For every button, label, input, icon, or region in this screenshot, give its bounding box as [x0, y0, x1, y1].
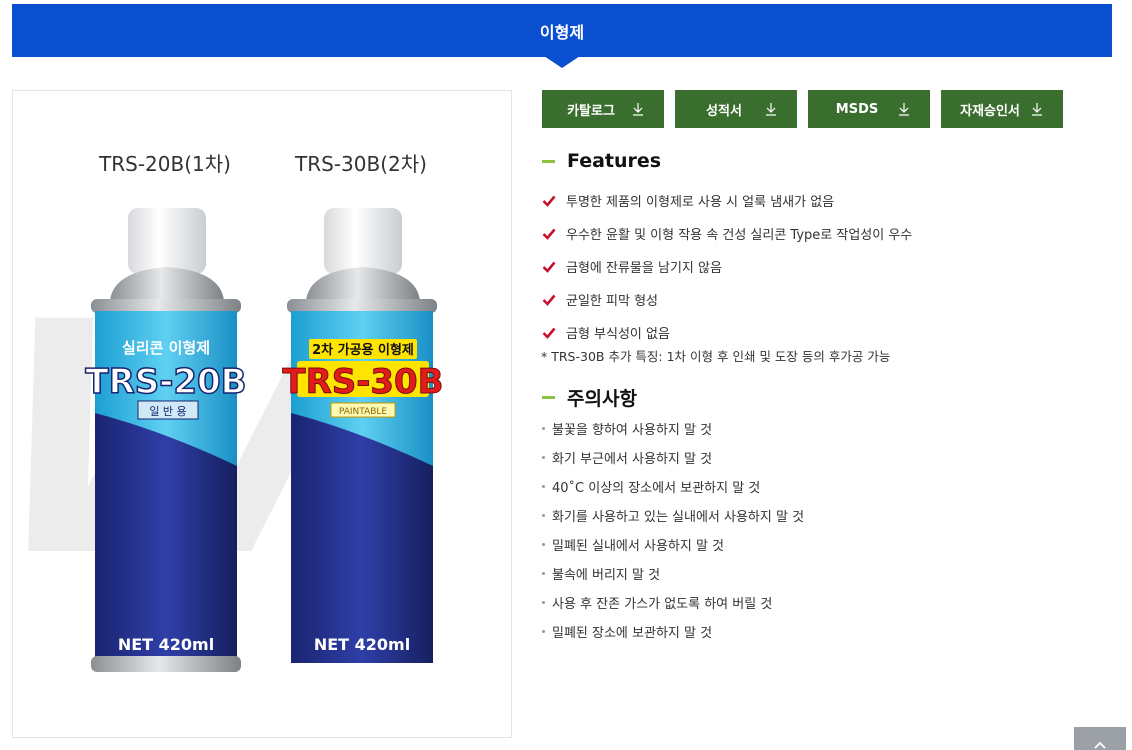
caution-text: 불속에 버리지 말 것 — [552, 568, 661, 583]
download-icon — [899, 103, 909, 116]
approval-download-button[interactable]: 자재승인서 — [941, 90, 1063, 128]
right-can-net: NET 420ml — [314, 635, 410, 654]
bullet-icon — [542, 485, 545, 488]
features-title: Features — [567, 150, 662, 172]
feature-text: 금형 부식성이 없음 — [566, 327, 670, 342]
left-product-label: TRS-20B(1차) — [98, 152, 231, 176]
caution-item: 불꽃을 향하여 사용하지 말 것 — [542, 414, 804, 443]
cautions-title: 주의사항 — [567, 388, 637, 410]
feature-item: 우수한 윤활 및 이형 작용 속 건성 실리콘 Type로 작업성이 우수 — [542, 217, 912, 250]
download-button-label: MSDS — [835, 101, 879, 117]
msds-download-button[interactable]: MSDS — [808, 90, 930, 128]
download-button-label: 자재승인서 — [960, 103, 1020, 119]
cautions-heading: 주의사항 — [542, 384, 637, 411]
feature-note: * TRS-30B 추가 특징: 1차 이형 후 인쇄 및 도장 등의 후가공 … — [541, 349, 891, 364]
cautions-list: 불꽃을 향하여 사용하지 말 것 화기 부근에서 사용하지 말 것 40˚C 이… — [542, 414, 804, 646]
check-icon — [542, 195, 556, 207]
check-icon — [542, 261, 556, 273]
catalog-download-button[interactable]: 카탈로그 — [542, 90, 664, 128]
bullet-icon — [542, 456, 545, 459]
left-can-top-text: 실리콘 이형제 — [122, 339, 210, 357]
left-can-brand: TRS-20B — [85, 362, 246, 402]
caution-text: 화기를 사용하고 있는 실내에서 사용하지 말 것 — [552, 510, 805, 525]
feature-text: 금형에 잔류물을 남기지 않음 — [566, 261, 722, 276]
bullet-icon — [542, 543, 545, 546]
features-heading: Features — [542, 150, 661, 172]
download-icon — [766, 103, 776, 116]
features-list: 투명한 제품의 이형제로 사용 시 얼룩 냄새가 없음 우수한 윤활 및 이형 … — [542, 184, 912, 349]
caution-item: 불속에 버리지 말 것 — [542, 559, 804, 588]
left-can-net: NET 420ml — [118, 635, 214, 654]
right-can-badge: PAINTABLE — [339, 407, 388, 417]
caution-item: 화기 부근에서 사용하지 말 것 — [542, 443, 804, 472]
feature-item: 금형 부식성이 없음 — [542, 316, 912, 349]
caution-text: 불꽃을 향하여 사용하지 말 것 — [552, 423, 713, 438]
check-icon — [542, 228, 556, 240]
download-buttons: 카탈로그 성적서 MSDS 자재승인서 — [542, 90, 1063, 128]
accent-dash — [542, 159, 555, 163]
header-pointer — [544, 56, 580, 68]
page-header: 이형제 — [12, 4, 1112, 57]
check-icon — [542, 327, 556, 339]
check-icon — [542, 294, 556, 306]
download-icon — [633, 103, 643, 116]
caution-item: 밀폐된 장소에 보관하지 말 것 — [542, 617, 804, 646]
right-product-label: TRS-30B(2차) — [294, 152, 427, 176]
scroll-to-top-button[interactable] — [1074, 727, 1126, 750]
bullet-icon — [542, 572, 545, 575]
caution-item: 밀폐된 실내에서 사용하지 말 것 — [542, 530, 804, 559]
download-button-label: 성적서 — [706, 103, 742, 119]
feature-text: 우수한 윤활 및 이형 작용 속 건성 실리콘 Type로 작업성이 우수 — [566, 228, 913, 243]
caution-item: 사용 후 잔존 가스가 없도록 하여 버릴 것 — [542, 588, 804, 617]
feature-text: 균일한 피막 형성 — [566, 294, 658, 309]
download-icon — [1032, 103, 1042, 116]
bullet-icon — [542, 427, 545, 430]
caution-item: 40˚C 이상의 장소에서 보관하지 말 것 — [542, 472, 804, 501]
bullet-icon — [542, 514, 545, 517]
page-title: 이형제 — [539, 22, 585, 42]
feature-item: 투명한 제품의 이형제로 사용 시 얼룩 냄새가 없음 — [542, 184, 912, 217]
certificate-download-button[interactable]: 성적서 — [675, 90, 797, 128]
product-photo: W TRS-20B(1차) TRS-30B(2차) 실리콘 이형제 TRS-20… — [13, 152, 444, 672]
feature-item: 균일한 피막 형성 — [542, 283, 912, 316]
caution-text: 밀폐된 장소에 보관하지 말 것 — [552, 626, 713, 641]
chevron-up-icon — [1094, 741, 1106, 749]
right-can-brand: TRS-30B — [282, 362, 443, 402]
feature-item: 금형에 잔류물을 남기지 않음 — [542, 250, 912, 283]
left-can-badge: 일 반 용 — [149, 404, 186, 418]
caution-item: 화기를 사용하고 있는 실내에서 사용하지 말 것 — [542, 501, 804, 530]
caution-text: 사용 후 잔존 가스가 없도록 하여 버릴 것 — [552, 597, 773, 612]
product-image: W TRS-20B(1차) TRS-30B(2차) 실리콘 이형제 TRS-20… — [12, 90, 512, 738]
accent-dash — [542, 396, 555, 399]
bullet-icon — [542, 601, 545, 604]
caution-text: 화기 부근에서 사용하지 말 것 — [552, 452, 713, 467]
download-button-label: 카탈로그 — [567, 103, 615, 119]
feature-text: 투명한 제품의 이형제로 사용 시 얼룩 냄새가 없음 — [566, 195, 835, 210]
caution-text: 40˚C 이상의 장소에서 보관하지 말 것 — [552, 481, 761, 496]
caution-text: 밀폐된 실내에서 사용하지 말 것 — [552, 539, 725, 554]
right-can-top-text: 2차 가공용 이형제 — [312, 342, 414, 358]
bullet-icon — [542, 630, 545, 633]
